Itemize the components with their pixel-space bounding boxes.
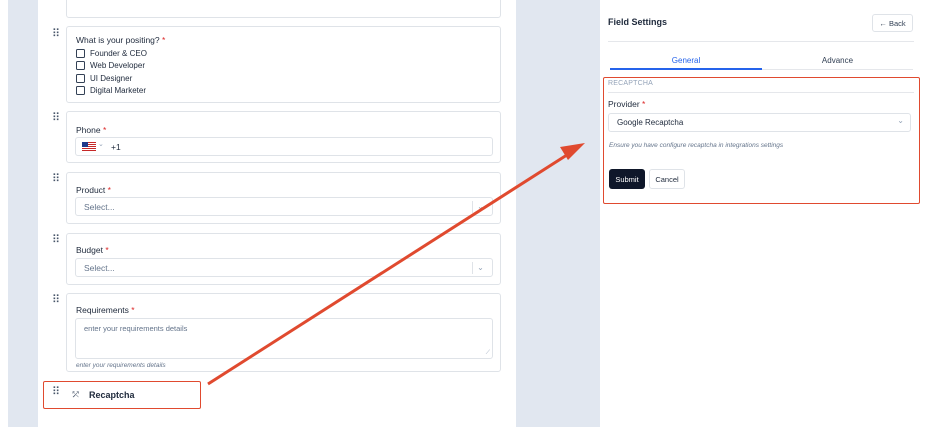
select-placeholder: Select... bbox=[84, 202, 115, 212]
phone-input[interactable]: ⌄ +1 bbox=[75, 137, 493, 156]
drag-handle-icon[interactable]: ⠿ bbox=[52, 234, 60, 245]
requirements-textarea[interactable]: enter your requirements details ⟋ bbox=[75, 318, 493, 359]
field-label: Phone * bbox=[76, 125, 107, 135]
budget-field-card[interactable]: Budget * Select... ⌄ bbox=[66, 233, 501, 285]
checkbox[interactable] bbox=[76, 73, 85, 83]
back-button[interactable]: ← Back bbox=[872, 14, 913, 32]
tab-advance[interactable]: Advance bbox=[762, 56, 913, 65]
tab-divider bbox=[762, 69, 913, 70]
field-label: Product * bbox=[76, 185, 111, 195]
drag-handle-icon[interactable]: ⠿ bbox=[52, 294, 60, 305]
requirements-field-card[interactable]: Requirements * enter your requirements d… bbox=[66, 293, 501, 372]
checkbox[interactable] bbox=[76, 86, 85, 96]
checkbox-option[interactable]: UI Designer bbox=[76, 72, 147, 85]
active-tab-indicator bbox=[610, 68, 762, 70]
chevron-down-icon[interactable]: ⌄ bbox=[472, 201, 488, 213]
panel-title: Field Settings bbox=[608, 17, 668, 27]
positing-field-card[interactable]: What is your positing? * Founder & CEO W… bbox=[66, 26, 501, 103]
divider bbox=[608, 41, 914, 42]
budget-select[interactable]: Select... ⌄ bbox=[75, 258, 493, 277]
field-settings-panel: Field Settings ← Back General Advance RE… bbox=[600, 0, 930, 427]
checkbox[interactable] bbox=[76, 61, 85, 71]
canvas-background bbox=[516, 0, 600, 427]
tab-general[interactable]: General bbox=[610, 56, 762, 65]
product-select[interactable]: Select... ⌄ bbox=[75, 197, 493, 216]
drag-handle-icon[interactable]: ⠿ bbox=[52, 28, 60, 39]
phone-field-card[interactable]: Phone * ⌄ +1 bbox=[66, 111, 501, 163]
checkbox-group: Founder & CEO Web Developer UI Designer … bbox=[76, 47, 147, 97]
dial-code: +1 bbox=[111, 142, 121, 152]
checkbox-option[interactable]: Founder & CEO bbox=[76, 47, 147, 60]
drag-handle-icon[interactable]: ⠿ bbox=[52, 173, 60, 184]
chevron-down-icon[interactable]: ⌄ bbox=[472, 262, 488, 274]
checkbox[interactable] bbox=[76, 48, 85, 58]
field-help-text: enter your requirements details bbox=[76, 362, 166, 369]
highlight-box bbox=[603, 77, 920, 204]
chevron-down-icon[interactable]: ⌄ bbox=[98, 140, 104, 148]
highlight-box bbox=[43, 381, 201, 409]
field-label: Budget * bbox=[76, 245, 109, 255]
drag-handle-icon[interactable]: ⠿ bbox=[52, 112, 60, 123]
us-flag-icon[interactable] bbox=[82, 142, 96, 151]
product-field-card[interactable]: Product * Select... ⌄ bbox=[66, 172, 501, 224]
previous-field-card[interactable] bbox=[66, 0, 501, 18]
field-label: Requirements * bbox=[76, 305, 135, 315]
resize-handle-icon[interactable]: ⟋ bbox=[486, 350, 490, 357]
checkbox-option[interactable]: Digital Marketer bbox=[76, 85, 147, 98]
checkbox-option[interactable]: Web Developer bbox=[76, 60, 147, 73]
field-label: What is your positing? * bbox=[76, 35, 166, 45]
select-placeholder: Select... bbox=[84, 263, 115, 273]
left-background bbox=[8, 0, 38, 427]
textarea-placeholder: enter your requirements details bbox=[84, 324, 188, 333]
